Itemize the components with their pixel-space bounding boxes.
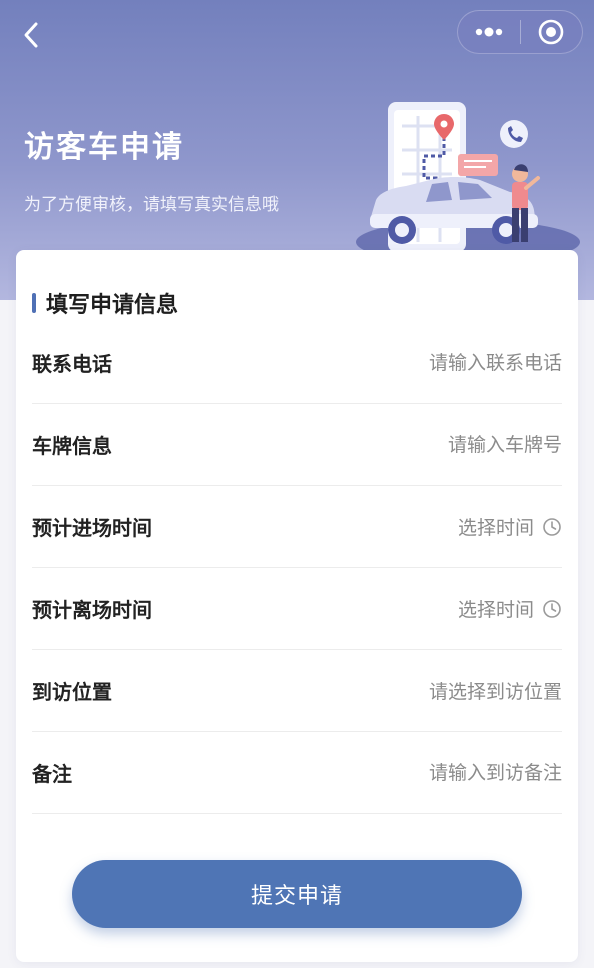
application-form-card: 填写申请信息 联系电话 车牌信息 预计进场时间 选择时间 预计离场时间 选择时间 (16, 250, 578, 962)
entry-time-value[interactable]: 选择时间 (458, 513, 534, 540)
form-row-entry-time[interactable]: 预计进场时间 选择时间 (32, 486, 562, 568)
location-label: 到访位置 (32, 680, 112, 704)
target-circle-icon (538, 19, 564, 45)
form-row-remark: 备注 (32, 732, 562, 814)
entry-time-label: 预计进场时间 (32, 516, 152, 540)
submit-button[interactable]: 提交申请 (72, 860, 522, 928)
plate-label: 车牌信息 (32, 434, 112, 458)
close-mini-program-button[interactable] (521, 11, 583, 53)
phone-input[interactable] (322, 351, 562, 374)
form-row-plate: 车牌信息 (32, 404, 562, 486)
section-accent-bar (32, 293, 36, 313)
exit-time-picker[interactable]: 选择时间 (458, 595, 562, 622)
form-row-phone: 联系电话 (32, 322, 562, 404)
remark-input[interactable] (322, 761, 562, 784)
chevron-left-icon (24, 22, 38, 48)
exit-time-value[interactable]: 选择时间 (458, 595, 534, 622)
phone-label: 联系电话 (32, 352, 112, 376)
remark-label: 备注 (32, 762, 72, 786)
more-button[interactable] (458, 11, 520, 53)
location-value[interactable]: 请选择到访位置 (429, 677, 562, 704)
clock-icon (542, 599, 562, 619)
back-button[interactable] (14, 18, 48, 52)
form-row-location[interactable]: 到访位置 请选择到访位置 (32, 650, 562, 732)
visitor-car-illustration (356, 102, 580, 264)
page-title: 访客车申请 (24, 130, 184, 165)
mini-program-capsule (457, 10, 583, 54)
page-subtitle: 为了方便审核，请填写真实信息哦 (24, 195, 279, 215)
entry-time-picker[interactable]: 选择时间 (458, 513, 562, 540)
more-dots-icon (475, 27, 502, 37)
clock-icon (542, 517, 562, 537)
section-title: 填写申请信息 (46, 293, 179, 318)
form-row-exit-time[interactable]: 预计离场时间 选择时间 (32, 568, 562, 650)
section-header: 填写申请信息 (32, 288, 178, 318)
location-picker[interactable]: 请选择到访位置 (429, 677, 562, 704)
exit-time-label: 预计离场时间 (32, 598, 152, 622)
plate-input[interactable] (322, 433, 562, 456)
